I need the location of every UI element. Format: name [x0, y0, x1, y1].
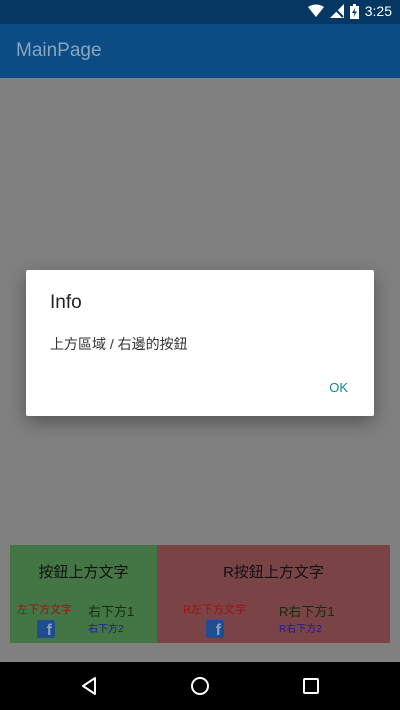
- left-panel-bottom-left-text: 左下方文字: [17, 604, 72, 616]
- recents-icon[interactable]: [302, 676, 320, 696]
- left-panel-bottom-right-text-1: 右下方1: [88, 604, 135, 619]
- info-dialog: Info 上方區域 / 右邊的按鈕 OK: [26, 270, 374, 416]
- right-panel-bottom-right-text-2: R右下方2: [279, 624, 322, 635]
- facebook-icon: f: [37, 620, 55, 639]
- status-time: 3:25: [364, 3, 392, 19]
- signal-icon: [329, 4, 344, 18]
- home-icon[interactable]: [190, 676, 210, 696]
- facebook-icon: f: [206, 620, 224, 639]
- right-panel-bottom-right-text-1: R右下方1: [279, 604, 335, 619]
- left-panel-title: 按鈕上方文字: [38, 564, 129, 581]
- left-button-panel[interactable]: 按鈕上方文字 左下方文字 右下方1 右下方2 f: [10, 545, 157, 643]
- app-bar: MainPage: [0, 24, 400, 78]
- battery-icon: [349, 3, 359, 19]
- wifi-icon: [307, 4, 324, 17]
- right-panel-title: R按鈕上方文字: [223, 564, 324, 581]
- dialog-title: Info: [50, 292, 82, 313]
- page-title: MainPage: [16, 40, 102, 61]
- status-bar: 3:25: [0, 0, 400, 24]
- ok-button[interactable]: OK: [329, 380, 348, 395]
- dialog-message: 上方區域 / 右邊的按鈕: [50, 336, 188, 352]
- navigation-bar: [0, 662, 400, 710]
- left-panel-bottom-right-text-2: 右下方2: [88, 624, 124, 635]
- right-panel-bottom-left-text: R左下方文字: [183, 604, 246, 616]
- right-button-panel[interactable]: R按鈕上方文字 R左下方文字 R右下方1 R右下方2 f: [157, 545, 390, 643]
- back-icon[interactable]: [80, 676, 98, 696]
